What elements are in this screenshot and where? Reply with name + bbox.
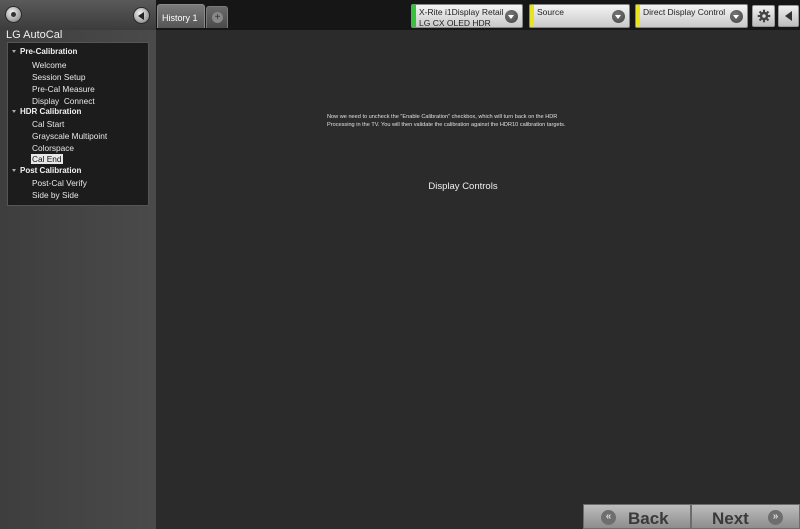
nav-item-grayscale-multipoint[interactable]: Grayscale Multipoint (32, 131, 107, 141)
nav-item-pre-cal-measure[interactable]: Pre-Cal Measure (32, 84, 95, 94)
app-title: LG AutoCal (6, 29, 63, 41)
instruction-text: Now we need to uncheck the "Enable Calib… (327, 113, 617, 129)
instruction-line-2: Processing in the TV. You will then vali… (327, 122, 566, 128)
meter-name: X-Rite i1Display Retail (419, 7, 504, 17)
next-label: Next (712, 509, 749, 528)
display-control-label: Direct Display Control (643, 7, 726, 17)
top-toolbar: History 1 + X-Rite i1Display Retail LG C… (156, 0, 800, 30)
sidebar: LG AutoCal Pre-Calibration Welcome Sessi… (0, 0, 156, 529)
tab-label: History 1 (162, 13, 198, 23)
tab-history-1[interactable]: History 1 (157, 4, 205, 28)
back-label: Back (628, 509, 669, 528)
left-triangle-icon (785, 11, 792, 21)
nav-item-post-cal-verify[interactable]: Post-Cal Verify (32, 178, 87, 188)
meter-profile: LG CX OLED HDR (419, 18, 491, 28)
collapse-sidebar-icon[interactable] (133, 7, 150, 24)
nav-item-display-connect[interactable]: Display Connect (32, 96, 95, 106)
expand-caret-icon (12, 110, 16, 113)
nav-item-session-setup[interactable]: Session Setup (32, 72, 86, 82)
meter-select[interactable]: X-Rite i1Display Retail LG CX OLED HDR (411, 4, 523, 28)
source-status-indicator (530, 5, 534, 27)
chevron-down-icon[interactable] (612, 10, 625, 23)
expand-caret-icon (12, 50, 16, 53)
group-hdr-calibration[interactable]: HDR Calibration (12, 107, 81, 116)
plus-icon: + (212, 12, 223, 23)
nav-item-cal-start[interactable]: Cal Start (32, 119, 64, 129)
section-title: Display Controls (428, 181, 498, 192)
gear-icon (757, 9, 771, 23)
chevron-down-icon[interactable] (730, 10, 743, 23)
main-content: Now we need to uncheck the "Enable Calib… (156, 30, 800, 529)
sidebar-header (0, 0, 156, 30)
back-button[interactable]: « Back (583, 504, 691, 529)
group-pre-calibration[interactable]: Pre-Calibration (12, 47, 77, 56)
source-select[interactable]: Source (529, 4, 630, 28)
display-status-indicator (636, 5, 640, 27)
next-button[interactable]: Next » (691, 504, 800, 529)
nav-item-colorspace[interactable]: Colorspace (32, 143, 74, 153)
collapse-panel-button[interactable] (778, 5, 799, 27)
double-right-icon: » (768, 510, 783, 525)
nav-item-welcome[interactable]: Welcome (32, 60, 66, 70)
nav-item-cal-end[interactable]: Cal End (31, 154, 63, 164)
circle-dot-icon[interactable] (5, 6, 22, 23)
workflow-tree: Pre-Calibration Welcome Session Setup Pr… (7, 42, 149, 206)
display-control-select[interactable]: Direct Display Control (635, 4, 748, 28)
meter-status-indicator (412, 5, 416, 27)
expand-caret-icon (12, 169, 16, 172)
chevron-down-icon[interactable] (505, 10, 518, 23)
group-post-calibration[interactable]: Post Calibration (12, 166, 81, 175)
source-label: Source (537, 7, 564, 17)
nav-item-side-by-side[interactable]: Side by Side (32, 190, 79, 200)
settings-button[interactable] (752, 5, 775, 27)
double-left-icon: « (601, 510, 616, 525)
add-tab-button[interactable]: + (206, 6, 228, 28)
instruction-line-1: Now we need to uncheck the "Enable Calib… (327, 114, 558, 120)
